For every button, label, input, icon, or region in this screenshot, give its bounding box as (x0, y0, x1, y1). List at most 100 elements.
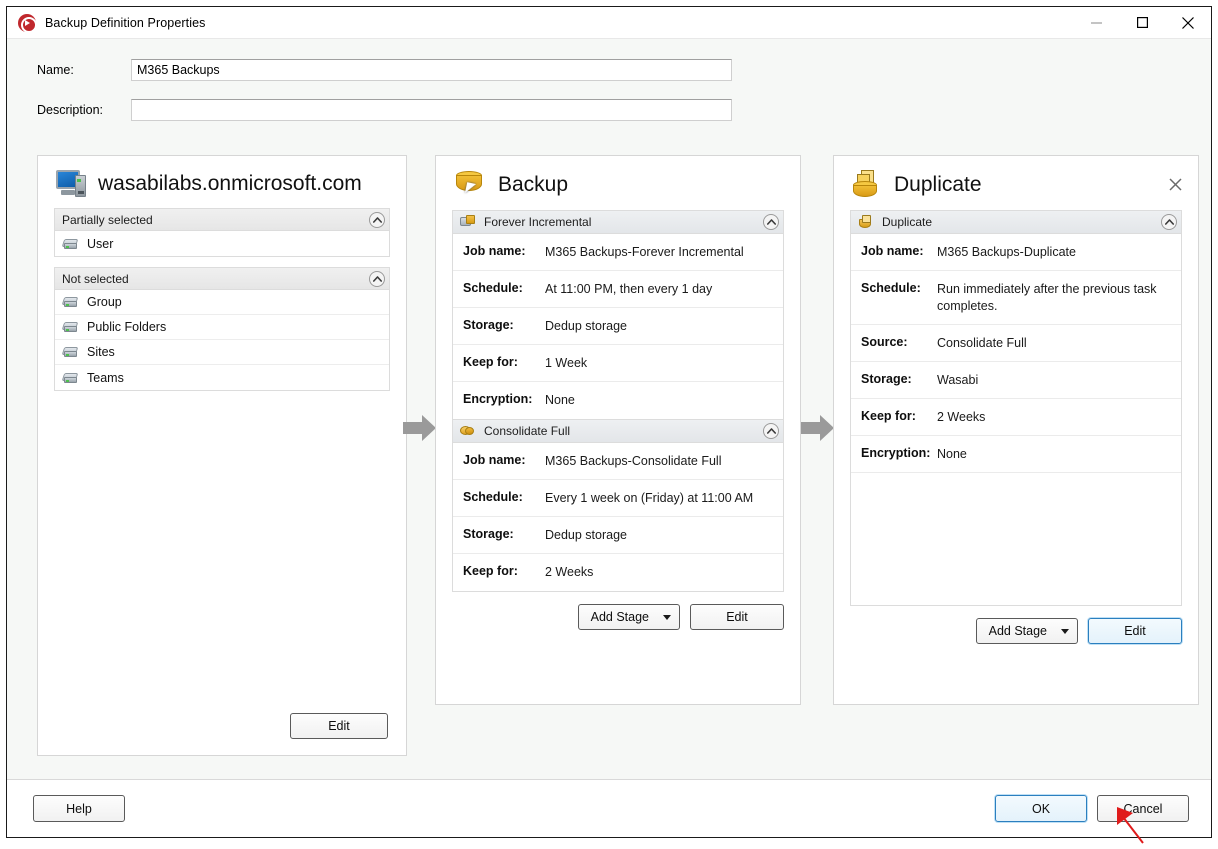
name-label: Name: (37, 63, 74, 77)
dialog-window: Backup Definition Properties Name: Descr… (6, 6, 1212, 838)
group-header-label: Not selected (62, 271, 129, 286)
duplicate-panel-title: Duplicate (894, 173, 982, 196)
backup-panel: Backup Forever Incremental Job name: M36… (435, 155, 801, 705)
ok-button[interactable]: OK (995, 795, 1087, 822)
detail-key: Encryption: (463, 392, 533, 406)
stage-header[interactable]: Duplicate (851, 211, 1181, 234)
duplicate-panel-actions: Add Stage Edit (834, 606, 1198, 644)
group-header[interactable]: Partially selected (55, 209, 389, 231)
detail-value: Wasabi (937, 373, 979, 387)
stage-name: Duplicate (882, 215, 933, 229)
name-input[interactable] (131, 59, 732, 81)
detail-row: Encryption: None (851, 436, 1181, 473)
detail-key: Source: (861, 335, 908, 349)
detail-key: Schedule: (463, 281, 523, 295)
detail-row: Keep for: 1 Week (453, 345, 783, 382)
disc-record-icon (18, 13, 37, 33)
detail-key: Storage: (861, 372, 912, 386)
add-stage-label: Add Stage (988, 624, 1047, 638)
detail-row: Source: Consolidate Full (851, 325, 1181, 362)
list-item[interactable]: Sites (55, 340, 389, 365)
detail-value: Dedup storage (545, 528, 628, 542)
name-row: Name: (7, 57, 1211, 83)
empty-area (851, 473, 1181, 605)
detail-value: Run immediately after the previous task … (937, 282, 1157, 313)
maximize-icon[interactable] (1119, 7, 1165, 39)
source-panel-header: wasabilabs.onmicrosoft.com (38, 156, 406, 208)
help-button[interactable]: Help (33, 795, 125, 822)
detail-row: Job name: M365 Backups-Consolidate Full (453, 443, 783, 480)
disk-icon (61, 238, 79, 250)
close-icon[interactable] (1167, 177, 1184, 194)
add-stage-label: Add Stage (590, 610, 649, 624)
detail-row: Schedule: At 11:00 PM, then every 1 day (453, 271, 783, 308)
detail-key: Encryption: (861, 446, 931, 460)
chevron-up-icon[interactable] (763, 423, 779, 439)
window-controls (1073, 7, 1211, 39)
detail-row: Job name: M365 Backups-Forever Increment… (453, 234, 783, 271)
detail-key: Keep for: (463, 564, 518, 578)
list-item[interactable]: Group (55, 290, 389, 315)
window-title: Backup Definition Properties (45, 15, 206, 30)
caret-down-icon[interactable] (663, 614, 671, 620)
detail-row: Storage: Dedup storage (453, 517, 783, 554)
footer-actions: OK Cancel (995, 795, 1189, 822)
detail-value: At 11:00 PM, then every 1 day (545, 282, 713, 296)
chevron-up-icon[interactable] (369, 270, 385, 287)
list-item-label: Sites (87, 345, 115, 359)
edit-source-button[interactable]: Edit (290, 713, 388, 739)
group-partially-selected: Partially selected User (54, 208, 390, 257)
detail-value: M365 Backups-Forever Incremental (545, 245, 744, 259)
stage-header[interactable]: Forever Incremental (453, 211, 783, 234)
backup-panel-header: Backup (436, 156, 800, 210)
detail-row: Job name: M365 Backups-Duplicate (851, 234, 1181, 271)
detail-key: Storage: (463, 318, 514, 332)
source-panel-title: wasabilabs.onmicrosoft.com (98, 172, 362, 195)
duplicate-panel-header: Duplicate (834, 156, 1198, 210)
group-header[interactable]: Not selected (55, 268, 389, 290)
list-item[interactable]: Public Folders (55, 315, 389, 340)
dialog-footer: Help OK Cancel (7, 779, 1211, 837)
cancel-button[interactable]: Cancel (1097, 795, 1189, 822)
chevron-up-icon[interactable] (1161, 214, 1177, 230)
stage-name: Forever Incremental (484, 215, 592, 229)
add-stage-button[interactable]: Add Stage (577, 604, 680, 630)
detail-key: Job name: (463, 453, 526, 467)
stage-consolidate-full: Consolidate Full Job name: M365 Backups-… (452, 419, 784, 592)
detail-row: Encryption: None (453, 382, 783, 419)
chevron-up-icon[interactable] (369, 211, 385, 228)
detail-key: Job name: (861, 244, 924, 258)
source-panel: wasabilabs.onmicrosoft.com Partially sel… (37, 155, 407, 756)
add-stage-button[interactable]: Add Stage (975, 618, 1078, 644)
list-item-label: User (87, 236, 114, 251)
detail-row: Schedule: Every 1 week on (Friday) at 11… (453, 480, 783, 517)
backup-panel-title: Backup (498, 173, 569, 196)
duplicate-panel: Duplicate Duplicate Job name: M365 Backu… (833, 155, 1199, 705)
detail-row: Storage: Wasabi (851, 362, 1181, 399)
edit-backup-button[interactable]: Edit (690, 604, 784, 630)
stage-forever-incremental: Forever Incremental Job name: M365 Backu… (452, 210, 784, 419)
description-input[interactable] (131, 99, 732, 121)
disk-icon (61, 296, 79, 308)
list-item[interactable]: Teams (55, 365, 389, 390)
backup-drum-icon (454, 170, 488, 200)
close-icon[interactable] (1165, 7, 1211, 39)
detail-key: Keep for: (861, 409, 916, 423)
detail-row: Schedule: Run immediately after the prev… (851, 271, 1181, 325)
list-item[interactable]: User (55, 231, 389, 256)
minimize-icon[interactable] (1073, 7, 1119, 39)
group-not-selected: Not selected Group Public Folders Sites (54, 267, 390, 391)
consolidate-full-icon (460, 424, 476, 438)
chevron-up-icon[interactable] (763, 214, 779, 230)
detail-key: Storage: (463, 527, 514, 541)
stage-header[interactable]: Consolidate Full (453, 420, 783, 443)
edit-duplicate-button[interactable]: Edit (1088, 618, 1182, 644)
disk-icon (61, 372, 79, 384)
duplicate-lock-icon (858, 215, 874, 229)
list-item-label: Public Folders (87, 320, 167, 334)
caret-down-icon[interactable] (1061, 628, 1069, 634)
stage-duplicate: Duplicate Job name: M365 Backups-Duplica… (850, 210, 1182, 606)
detail-value: Dedup storage (545, 319, 628, 333)
detail-row: Storage: Dedup storage (453, 308, 783, 345)
title-bar: Backup Definition Properties (7, 7, 1211, 39)
